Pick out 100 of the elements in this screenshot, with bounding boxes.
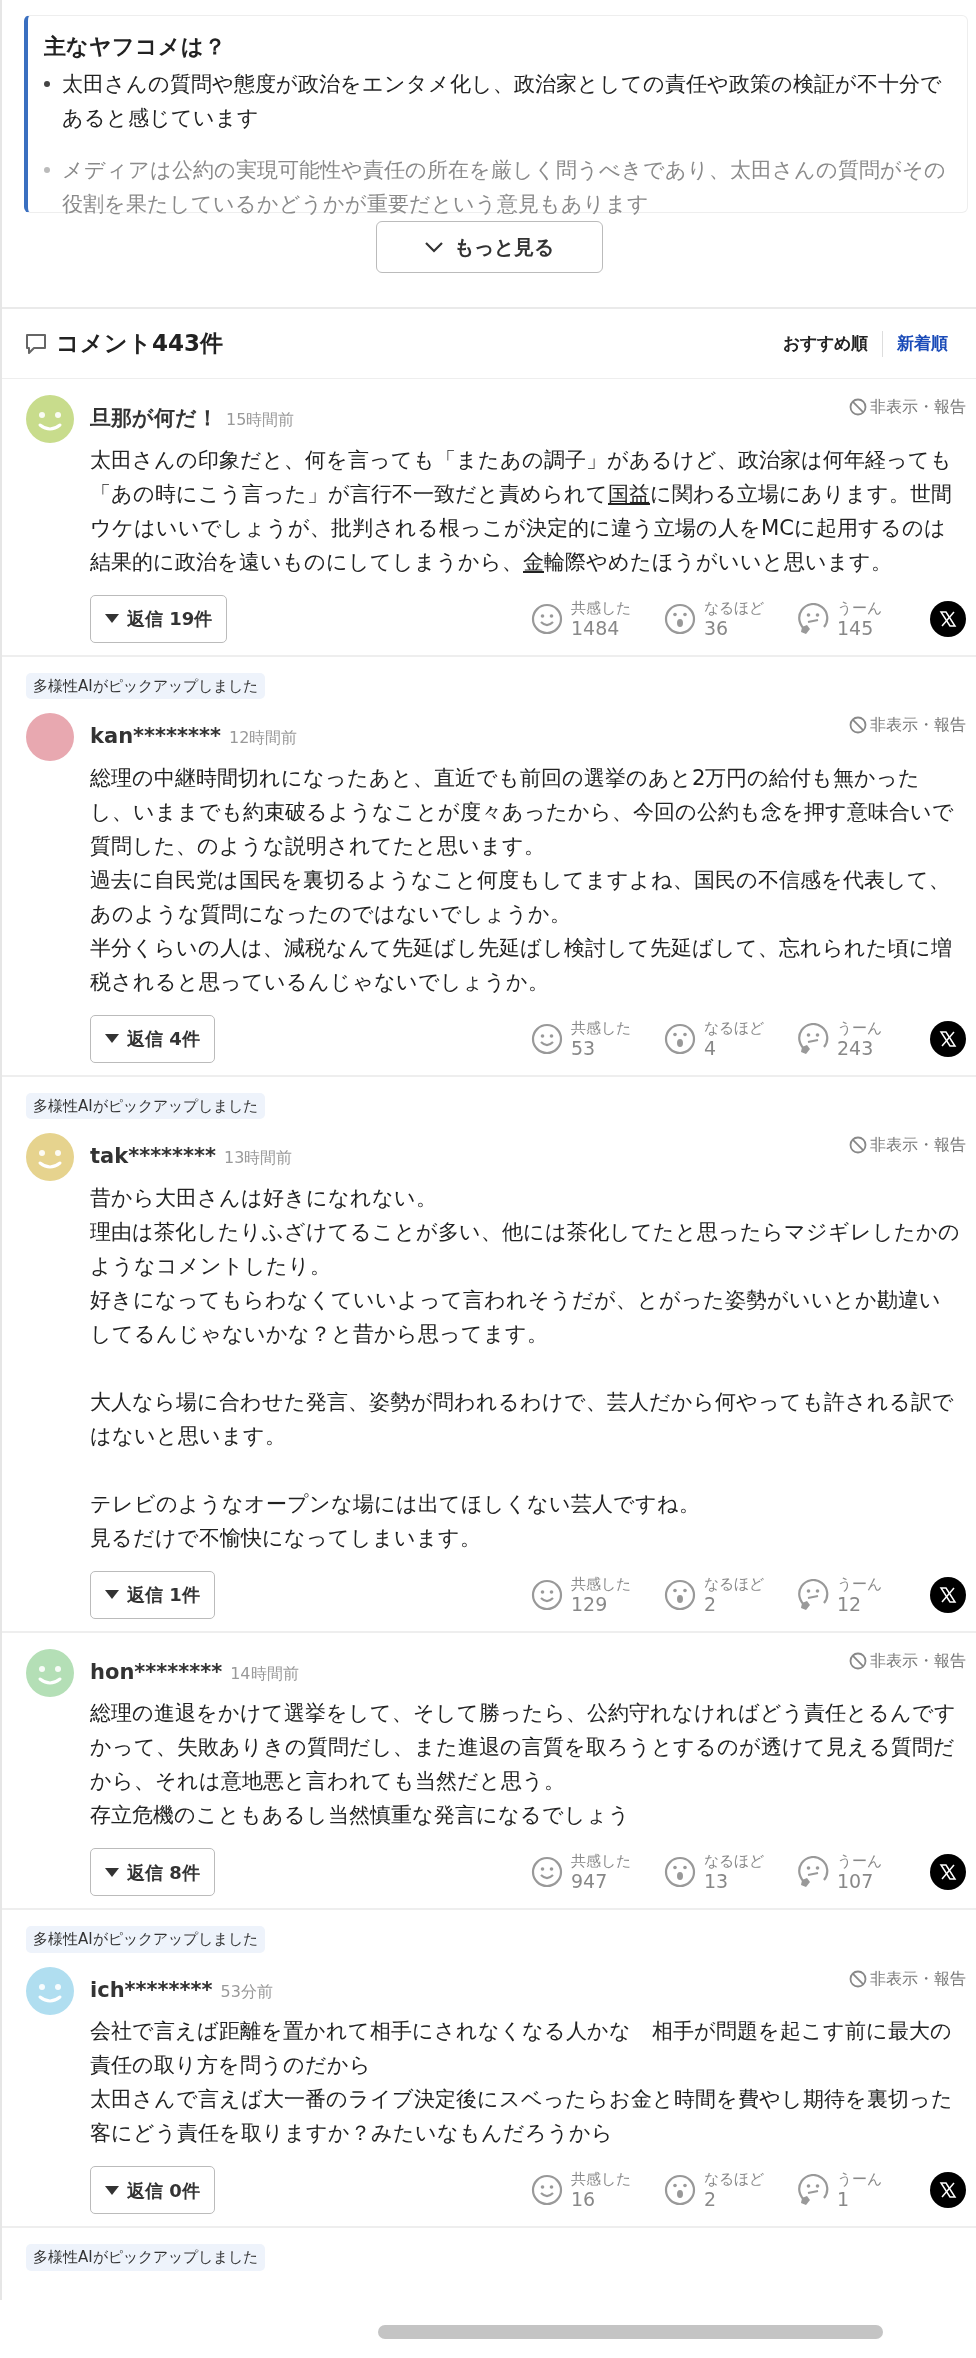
comment-text: テレビのようなオープンな場には出てほしくない芸人ですね。: [90, 1489, 701, 1518]
prohibited-icon: [849, 398, 867, 416]
reaction-label: うーん: [837, 1018, 882, 1037]
x-logo-icon: [939, 609, 957, 628]
reaction-button[interactable]: 共感した 16: [531, 2170, 664, 2210]
user-name[interactable]: hon********: [90, 1656, 223, 1688]
caret-icon: [105, 1590, 119, 1599]
reaction-count: 13: [704, 1870, 730, 1892]
keyword-link[interactable]: 国益: [608, 480, 650, 506]
reaction-button[interactable]: なるほど 4: [664, 1018, 797, 1059]
replies-button[interactable]: 返信 4件: [90, 1014, 215, 1063]
user-name[interactable]: tak********: [90, 1141, 217, 1173]
replies-button[interactable]: 返信 1件: [90, 1570, 215, 1619]
show-more-button[interactable]: もっと見る: [375, 221, 603, 273]
share-button[interactable]: [930, 2172, 966, 2208]
post-time: 12時間前: [228, 727, 298, 749]
pondering-face-icon: [797, 1856, 829, 1888]
comment-text: 存立危機のこともあるし当然慎重な発言になるでしょう: [90, 1801, 631, 1829]
reaction-button[interactable]: なるほど 13: [664, 1852, 797, 1892]
reaction-button[interactable]: うーん 107: [797, 1852, 930, 1892]
reaction-label: 共感した: [571, 2170, 631, 2188]
keyword-link[interactable]: 金: [523, 548, 544, 574]
reaction-count: 243: [837, 1036, 875, 1059]
reaction-label: なるほど: [704, 1574, 764, 1593]
user-name[interactable]: ich********: [90, 1974, 213, 2006]
reaction-count: 53: [571, 1036, 597, 1059]
x-logo-icon: [939, 1863, 957, 1881]
summary-bullet: メディアは公約の実現可能性や責任の所在を厳しく問うべきであり、太田さんの質問がその役割を果たしているかどうかが重要だという意見もあります: [62, 156, 947, 218]
reaction-count: 16: [571, 2188, 597, 2210]
hide-report-link[interactable]: 非表示・報告: [849, 1966, 966, 1991]
reaction-count: 1: [837, 2188, 851, 2210]
comments-title: コメント443件: [56, 329, 223, 359]
hide-report-link[interactable]: 非表示・報告: [849, 1648, 966, 1673]
reaction-button[interactable]: 共感した 947: [531, 1852, 664, 1892]
caret-icon: [105, 1034, 119, 1043]
pondering-face-icon: [797, 2174, 829, 2206]
sort-tab[interactable]: おすすめ順: [769, 330, 882, 357]
reaction-label: 共感した: [571, 1018, 631, 1037]
reaction-count: 1484: [571, 616, 621, 639]
hide-report-link[interactable]: 非表示・報告: [849, 395, 966, 419]
reaction-count: 12: [837, 1592, 863, 1615]
reaction-label: なるほど: [704, 1852, 764, 1870]
bullet-icon: [44, 81, 50, 87]
hide-report-link[interactable]: 非表示・報告: [849, 713, 966, 737]
comment-text: 総理の中継時間切れになったあと、直近でも前回の選挙のあと2万円の給付も無かったし、いままでも約束破るようなことが度々あったから、今回の公約も念を押す意味合いで質問した、のような説明されてたと思います。: [90, 763, 955, 860]
comment-text: 過去に自民党は国民を裏切るようなこと何度もしてますよね、国民の不信感を代表して、あのような質問になったのではないでしょうか。: [90, 865, 951, 928]
reaction-button[interactable]: うーん 1: [797, 2170, 930, 2210]
summary-bullet: 太田さんの質問や態度が政治をエンタメ化し、政治家としての責任や政策の検証が不十分であると感じています: [62, 70, 943, 132]
reaction-button[interactable]: うーん 12: [797, 1574, 930, 1615]
reaction-button[interactable]: 共感した 53: [531, 1018, 664, 1059]
ai-pick-badge: 多様性AIがピックアップしました: [26, 672, 265, 699]
hide-report-link[interactable]: 非表示・報告: [849, 1133, 966, 1157]
reaction-label: なるほど: [704, 2170, 764, 2188]
replies-button[interactable]: 返信 19件: [90, 594, 228, 643]
x-logo-icon: [939, 1029, 957, 1048]
caret-icon: [105, 1867, 119, 1877]
reaction-label: なるほど: [704, 1018, 764, 1037]
smiley-face-icon: [531, 1022, 563, 1055]
summary-title: 主なヤフコメは？: [44, 33, 227, 61]
reaction-label: うーん: [837, 598, 882, 617]
comment-text: 大人なら場に合わせた発言、姿勢が問われるわけで、芸人だから何やっても許される訳ではないと思います。: [90, 1387, 955, 1450]
post-time: 15時間前: [226, 409, 295, 431]
user-name[interactable]: 旦那が何だ！: [90, 403, 218, 435]
reaction-count: 947: [571, 1870, 609, 1892]
surprised-face-icon: [664, 602, 696, 635]
replies-button[interactable]: 返信 0件: [90, 2166, 215, 2214]
reaction-label: うーん: [837, 1574, 882, 1593]
reaction-button[interactable]: なるほど 2: [664, 2170, 797, 2210]
post-time: 13時間前: [224, 1147, 293, 1169]
reaction-label: なるほど: [704, 598, 764, 617]
reaction-button[interactable]: なるほど 2: [664, 1574, 797, 1615]
speech-bubble-icon: [24, 331, 48, 356]
caret-icon: [105, 2185, 119, 2195]
surprised-face-icon: [664, 1578, 696, 1611]
share-button[interactable]: [930, 1020, 966, 1057]
user-name[interactable]: kan********: [90, 721, 221, 753]
reaction-label: うーん: [837, 2170, 882, 2188]
post-time: 14時間前: [230, 1662, 299, 1685]
smiley-face-icon: [531, 1856, 563, 1888]
reaction-button[interactable]: うーん 145: [797, 598, 930, 639]
reaction-button[interactable]: 共感した 129: [531, 1574, 664, 1615]
reaction-button[interactable]: うーん 243: [797, 1018, 930, 1059]
pondering-face-icon: [797, 602, 829, 635]
prohibited-icon: [849, 1136, 867, 1154]
reaction-count: 107: [837, 1870, 875, 1892]
scrollbar[interactable]: [378, 2325, 883, 2339]
ai-pick-badge: 多様性AIがピックアップしました: [26, 1926, 265, 1953]
reaction-button[interactable]: 共感した 1484: [531, 598, 664, 639]
reaction-count: 2: [704, 1592, 718, 1615]
share-button[interactable]: [930, 1854, 966, 1890]
replies-button[interactable]: 返信 8件: [90, 1848, 215, 1896]
comment-text: 会社で言えば距離を置かれて相手にされなくなる人かな 相手が問題を起こす前に最大の責任の取り方を問うのだから: [90, 2017, 953, 2079]
bullet-icon: [44, 167, 50, 173]
reaction-label: うーん: [837, 1852, 882, 1870]
comment-text: 好きになってもらわなくていいよって言われそうだが、とがった姿勢がいいとか勘違いしてるんじゃないかな？と昔から思ってます。: [90, 1285, 942, 1348]
share-button[interactable]: [930, 600, 966, 637]
ai-pick-badge: 多様性AIがピックアップしました: [26, 1092, 265, 1119]
share-button[interactable]: [930, 1576, 966, 1613]
sort-tab[interactable]: 新着順: [883, 330, 962, 357]
reaction-button[interactable]: なるほど 36: [664, 598, 797, 639]
